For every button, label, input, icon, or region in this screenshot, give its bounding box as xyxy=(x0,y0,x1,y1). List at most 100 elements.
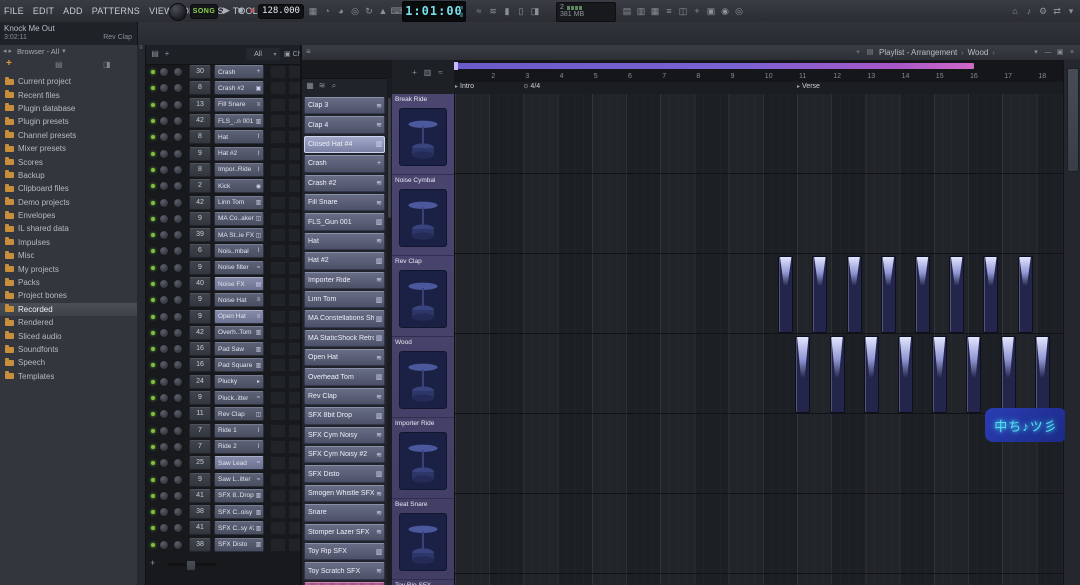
step-cell[interactable] xyxy=(270,375,286,389)
browser-item-my-projects[interactable]: My projects xyxy=(0,262,137,275)
audio-clip-rev-clap[interactable] xyxy=(915,256,930,333)
pan-knob[interactable] xyxy=(159,458,169,468)
online-content-icon[interactable]: ⌂ xyxy=(1008,3,1022,19)
channel-button[interactable]: Hat #2I xyxy=(214,147,264,161)
browser-item-scores[interactable]: Scores xyxy=(0,155,137,168)
audio-clip-wood[interactable] xyxy=(932,336,947,413)
playlist-breadcrumb[interactable]: Wood xyxy=(968,48,989,57)
channel-enable-led[interactable] xyxy=(151,510,155,514)
browser-item-clipboard-files[interactable]: Clipboard files xyxy=(0,182,137,195)
step-cell[interactable] xyxy=(270,277,286,291)
playlist-timeline[interactable]: 23456789101112131415161718 xyxy=(454,60,1064,83)
channel-button[interactable]: SFX Disto▥ xyxy=(214,538,264,552)
browser-item-impulses[interactable]: Impulses xyxy=(0,236,137,249)
channel-enable-led[interactable] xyxy=(151,184,155,188)
step-cell[interactable] xyxy=(270,114,286,128)
metronome-icon[interactable]: ▲ xyxy=(376,3,390,19)
channel-button[interactable]: Pluck..itter≈ xyxy=(214,391,264,405)
pan-knob[interactable] xyxy=(159,214,169,224)
mixer-track-number[interactable]: 8 xyxy=(189,163,211,177)
volume-knob[interactable] xyxy=(173,198,183,208)
maximize-icon[interactable]: ▣ xyxy=(1054,46,1066,59)
channel-enable-led[interactable] xyxy=(151,86,155,90)
playlist-track-noise-cymbal[interactable]: Noise Cymbal xyxy=(392,175,454,256)
channel-button[interactable]: Pad Square▥ xyxy=(214,358,264,372)
playlist-vertical-scrollbar[interactable] xyxy=(1063,60,1080,585)
picker-item-clap-4[interactable]: Clap 4≋ xyxy=(304,116,385,133)
step-cell[interactable] xyxy=(270,310,286,324)
browser-add-button[interactable]: + xyxy=(6,58,12,69)
channel-button[interactable]: Impor..RideI xyxy=(214,163,264,177)
pan-knob[interactable] xyxy=(159,181,169,191)
volume-knob[interactable] xyxy=(173,279,183,289)
browser-title[interactable]: Browser - All xyxy=(17,47,59,56)
picker-item-closed-hat-4[interactable]: Closed Hat #4▥ xyxy=(304,136,385,153)
volume-knob[interactable] xyxy=(173,475,183,485)
output-wave-icon[interactable]: ≈ xyxy=(472,3,486,19)
step-cell[interactable] xyxy=(270,440,286,454)
pan-knob[interactable] xyxy=(159,523,169,533)
channel-button[interactable]: Noise FX▤ xyxy=(214,277,264,291)
browser-forward-icon[interactable]: ▸ xyxy=(9,48,13,55)
browser-tab-content-icon[interactable]: ◨ xyxy=(103,60,111,69)
pan-knob[interactable] xyxy=(159,475,169,485)
playhead-marker[interactable] xyxy=(454,62,458,70)
channel-enable-led[interactable] xyxy=(151,217,155,221)
step-cell[interactable] xyxy=(270,212,286,226)
step-cell[interactable] xyxy=(270,147,286,161)
step-cell[interactable] xyxy=(270,473,286,487)
sound-library-icon[interactable]: ♪ xyxy=(1022,3,1036,19)
step-edit-icon[interactable]: ▦ xyxy=(306,3,320,19)
mixer-track-number[interactable]: 42 xyxy=(189,196,211,210)
browser-item-channel-presets[interactable]: Channel presets xyxy=(0,129,137,142)
step-cell[interactable] xyxy=(270,342,286,356)
picker-item-sfx-8bit-drop[interactable]: SFX 8bit Drop▥ xyxy=(304,407,385,424)
browser-toggle-icon[interactable]: ◫ xyxy=(676,3,690,19)
picker-patterns-tab-icon[interactable]: ▦ xyxy=(304,79,316,93)
channel-button[interactable]: SFX C..oisy▥ xyxy=(214,505,264,519)
mixer-track-number[interactable]: 24 xyxy=(189,375,211,389)
mixer-track-number[interactable]: 16 xyxy=(189,358,211,372)
browser-item-demo-projects[interactable]: Demo projects xyxy=(0,196,137,209)
rack-pattern-icon[interactable]: ▤ xyxy=(149,47,161,61)
volume-knob[interactable] xyxy=(173,100,183,110)
volume-knob[interactable] xyxy=(173,540,183,550)
channel-enable-led[interactable] xyxy=(151,429,155,433)
mixer-track-number[interactable]: 39 xyxy=(189,228,211,242)
mixer-track-number[interactable]: 9 xyxy=(189,310,211,324)
channel-button[interactable]: Noise filter≈ xyxy=(214,261,264,275)
picker-item-ma-staticshock-retro[interactable]: MA StaticShock Retro..▥ xyxy=(304,330,385,347)
channel-button[interactable]: MA Co..aker◫ xyxy=(214,212,264,226)
volume-knob[interactable] xyxy=(173,409,183,419)
channel-button[interactable]: Pad Saw▥ xyxy=(214,342,264,356)
browser-item-envelopes[interactable]: Envelopes xyxy=(0,209,137,222)
channel-enable-led[interactable] xyxy=(151,201,155,205)
audio-clip-rev-clap[interactable] xyxy=(1018,256,1033,333)
step-cell[interactable] xyxy=(270,505,286,519)
countdown-icon[interactable]: ◕ xyxy=(334,3,348,19)
channel-enable-led[interactable] xyxy=(151,266,155,270)
swing-slider-thumb[interactable] xyxy=(186,560,196,571)
channel-enable-led[interactable] xyxy=(151,168,155,172)
picker-item-sfx-cym-noisy[interactable]: SFX Cym Noisy≋ xyxy=(304,427,385,444)
channel-enable-led[interactable] xyxy=(151,249,155,253)
marker-4-4[interactable]: ⊙4/4 xyxy=(523,83,540,90)
mixer-track-number[interactable]: 41 xyxy=(189,521,211,535)
mixer-track-number[interactable]: 9 xyxy=(189,293,211,307)
playlist-tools-icon[interactable]: + xyxy=(852,46,864,59)
step-cell[interactable] xyxy=(270,98,286,112)
playlist-view-icon[interactable]: ▤ xyxy=(864,46,876,59)
picker-item-smogen-whistle-sfx[interactable]: Smogen Whistle SFX≋ xyxy=(304,485,385,502)
picker-item-toy-rip-sfx[interactable]: Toy Rip SFX▥ xyxy=(304,543,385,560)
pan-knob[interactable] xyxy=(159,409,169,419)
menu-file[interactable]: FILE xyxy=(4,6,24,16)
mixer-track-number[interactable]: 42 xyxy=(189,114,211,128)
wait-for-input-icon[interactable]: ◔ xyxy=(320,3,334,19)
hint-panel-icon[interactable]: ◨ xyxy=(528,3,542,19)
fl-logo-icon[interactable] xyxy=(169,3,187,21)
marker-verse[interactable]: ▸Verse xyxy=(797,83,820,90)
step-cell[interactable] xyxy=(270,244,286,258)
volume-knob[interactable] xyxy=(173,491,183,501)
mixer-track-number[interactable]: 9 xyxy=(189,473,211,487)
mixer-track-number[interactable]: 2 xyxy=(189,179,211,193)
